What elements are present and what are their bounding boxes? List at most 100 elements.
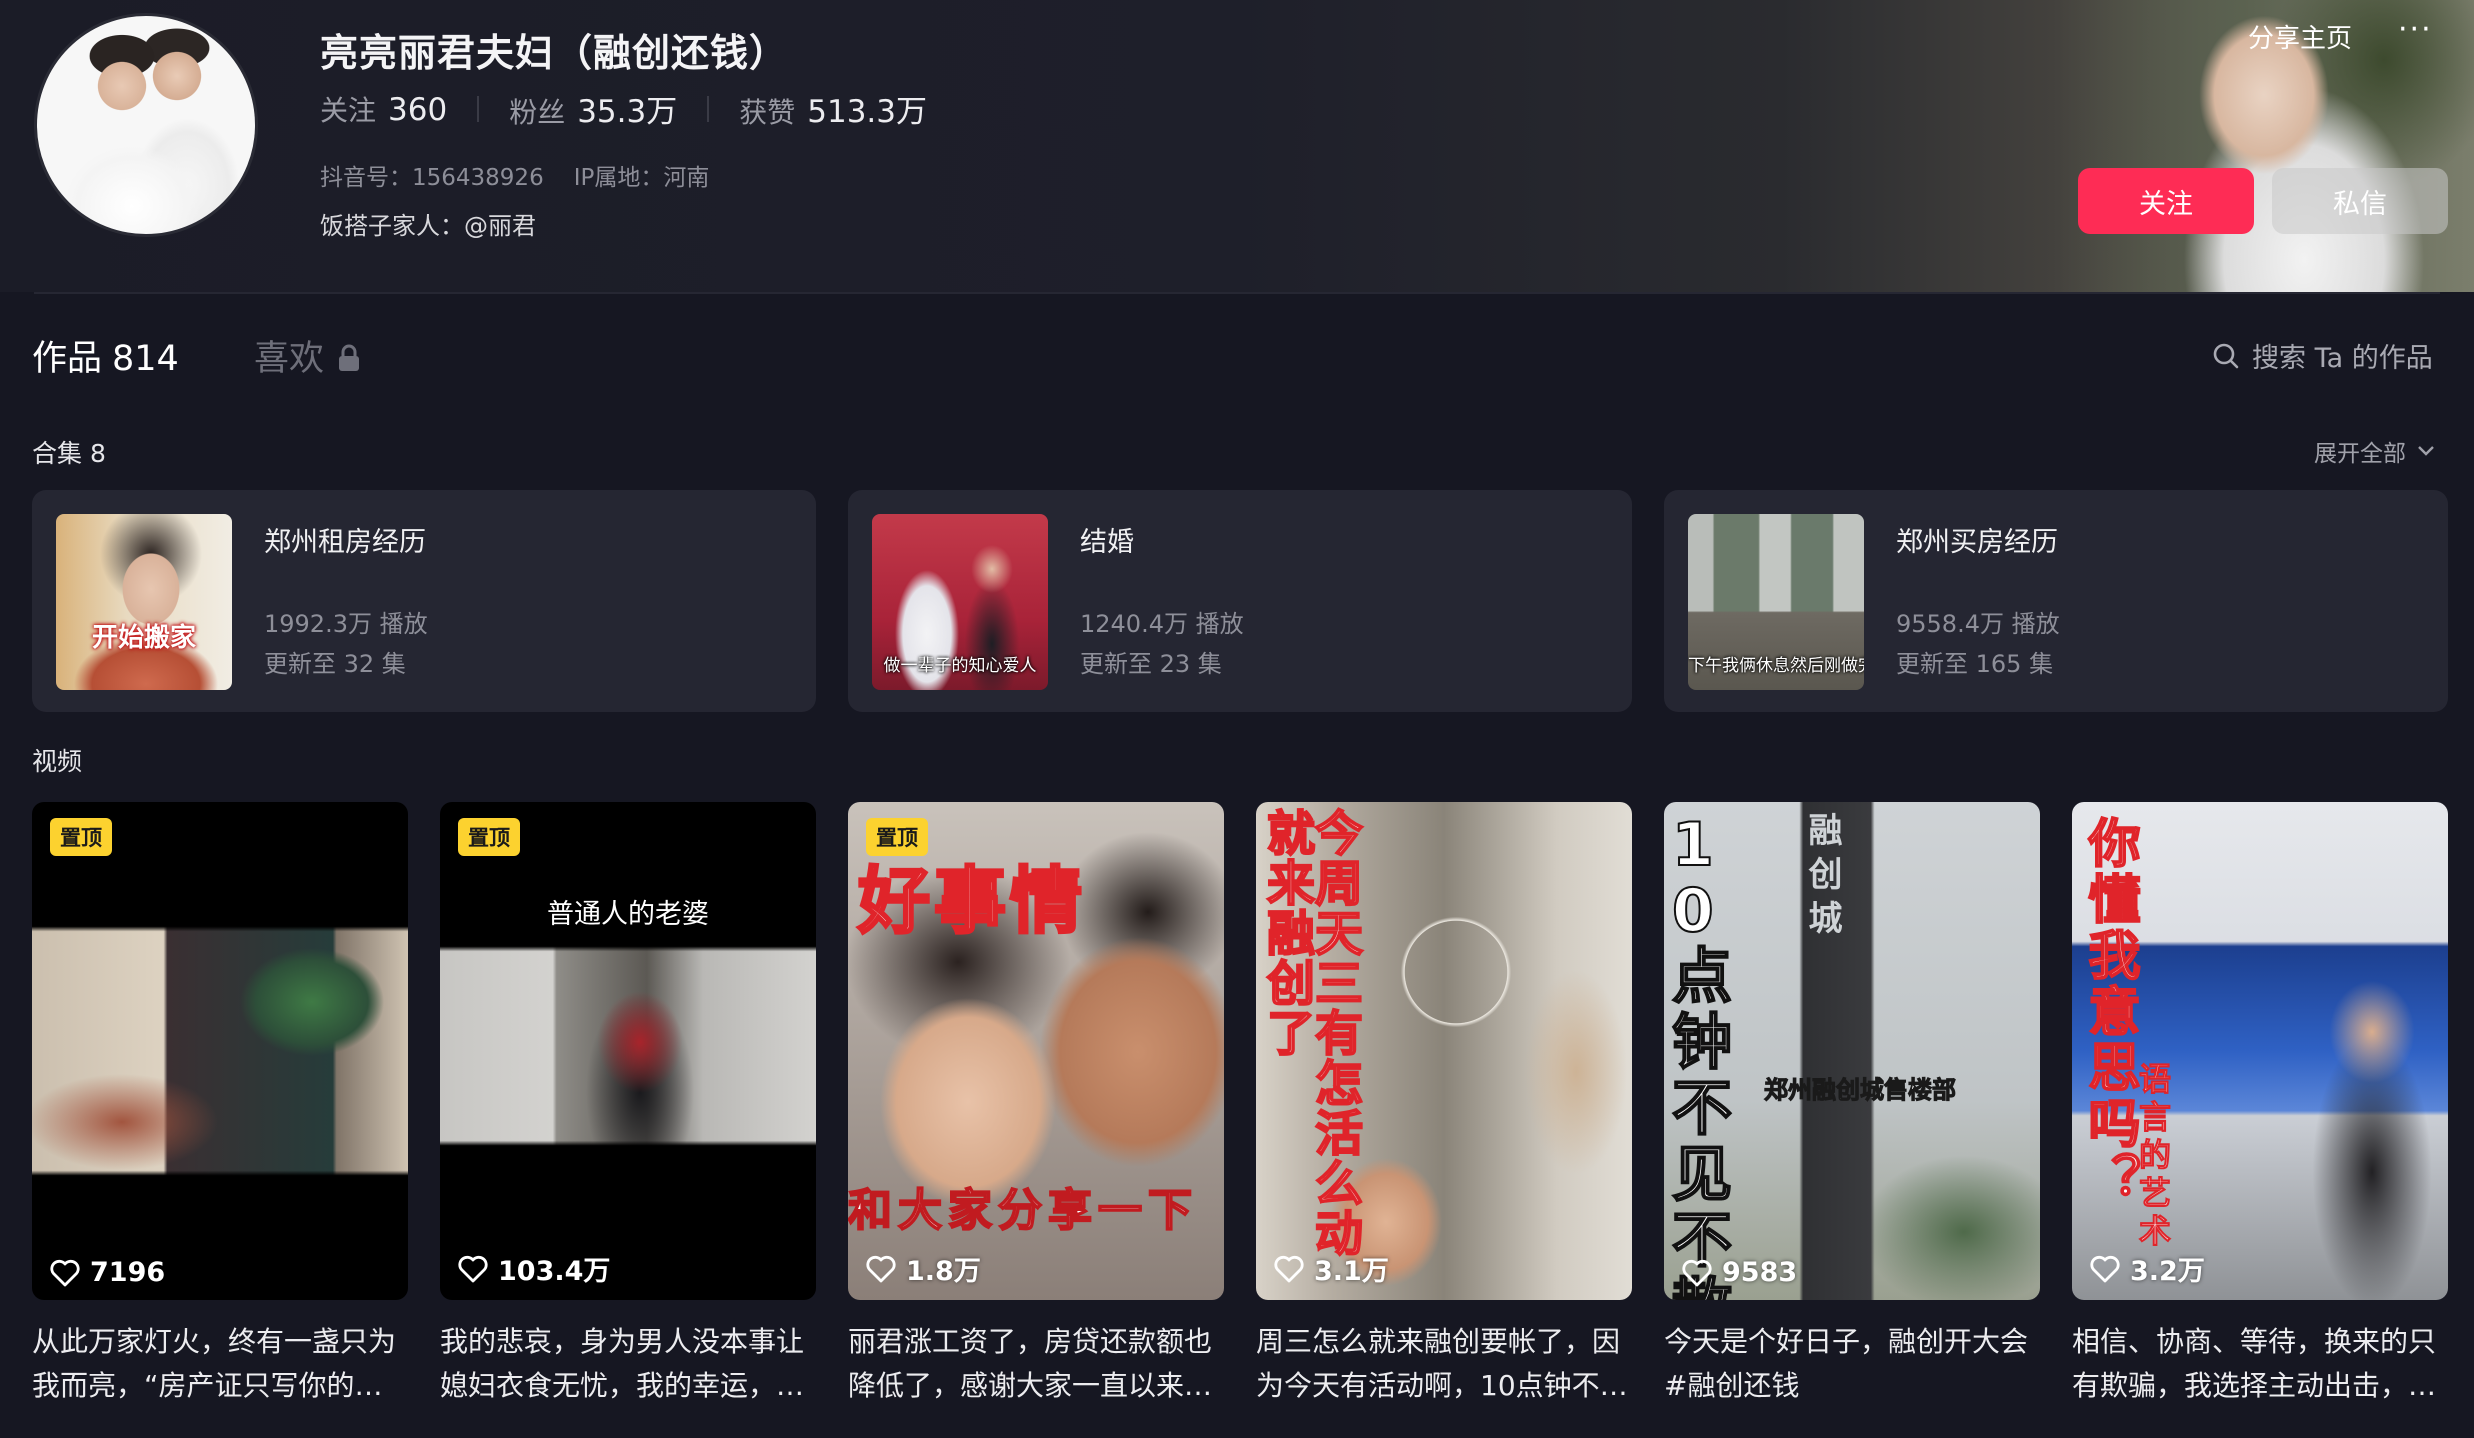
video-description[interactable]: 今天是个好日子，融创开大会 #融创还钱: [1664, 1320, 2040, 1408]
video-description-line: 有欺骗，我选择主动出击，…: [2072, 1369, 2437, 1402]
avatar[interactable]: [34, 13, 258, 237]
ip-location: IP属地：河南: [573, 165, 710, 191]
video-description-line: 相信、协商、等待，换来的只: [2072, 1325, 2437, 1358]
chevron-down-icon: [2418, 446, 2434, 456]
video-description-line: 丽君涨工资了，房贷还款额也: [848, 1325, 1213, 1358]
collection-card[interactable]: 下午我俩休息然后刚做完 郑州买房经历 9558.4万 播放 更新至 165 集: [1664, 490, 2448, 712]
share-profile-button[interactable]: 分享主页: [2248, 18, 2352, 55]
video-overlay-text: 普通人的老婆: [547, 899, 709, 930]
tab-works-label: 作品: [32, 339, 103, 379]
profile-bio: 饭搭子家人：@丽君: [320, 212, 536, 240]
stat-following[interactable]: 关注 360: [320, 89, 447, 129]
video-likes: 3.2万: [2090, 1249, 2205, 1288]
video-description-line: 今天是个好日子，融创开大会: [1664, 1325, 2029, 1358]
header-divider: [34, 292, 2440, 294]
heart-icon: [866, 1255, 896, 1282]
video-thumbnail[interactable]: 置顶 好事情 和大家分享一下 1.8万: [848, 802, 1224, 1300]
collection-updated: 更新至 32 集: [264, 650, 406, 678]
video-likes: 3.1万: [1274, 1249, 1389, 1288]
video-description[interactable]: 我的悲哀，身为男人没本事让 媳妇衣食无忧，我的幸运，…: [440, 1320, 816, 1408]
more-options-button[interactable]: ···: [2398, 12, 2433, 47]
video-card[interactable]: 置顶 7196 从此万家灯火，终有一盏只为 我而亮，“房产证只写你的…: [32, 802, 408, 1408]
collection-thumbnail: 开始搬家: [56, 514, 232, 690]
lock-icon: [339, 344, 360, 371]
video-likes-count: 3.2万: [2130, 1256, 2205, 1287]
video-thumbnail[interactable]: 置顶 普通人的老婆 103.4万: [440, 802, 816, 1300]
building-sign: 融创城: [1802, 812, 1842, 944]
collection-plays: 1240.4万 播放: [1080, 610, 1244, 638]
collection-updated: 更新至 23 集: [1080, 650, 1222, 678]
search-placeholder: 搜索 Ta 的作品: [2252, 343, 2433, 374]
douyin-id: 抖音号：156438926: [320, 165, 544, 191]
stat-value: 360: [388, 91, 448, 128]
collection-plays: 1992.3万 播放: [264, 610, 428, 638]
video-overlay-subtext: 和大家分享一下: [848, 1184, 1198, 1237]
follow-button[interactable]: 关注: [2078, 168, 2254, 234]
video-overlay-text: 好事情: [856, 858, 1087, 945]
tab-works[interactable]: 作品 814: [32, 330, 179, 381]
collection-name: 结婚: [1080, 527, 1134, 558]
profile-stats: 关注 360 粉丝 35.3万 获赞 513.3万: [320, 86, 927, 131]
thumbnail-caption: 下午我俩休息然后刚做完: [1688, 656, 1864, 676]
video-description-line: #融创还钱: [1664, 1369, 1800, 1402]
pinned-badge: 置顶: [50, 818, 112, 856]
profile-page: 亮亮丽君夫妇（融创还钱） 关注 360 粉丝 35.3万 获赞 513.3万 抖…: [0, 0, 2474, 1438]
tab-works-count: 814: [112, 339, 179, 379]
tab-likes[interactable]: 喜欢: [254, 330, 362, 381]
video-likes: 9583: [1682, 1257, 1797, 1288]
stat-divider: [707, 95, 710, 122]
profile-name: 亮亮丽君夫妇（融创还钱）: [320, 31, 789, 75]
stat-followers[interactable]: 粉丝 35.3万: [509, 86, 677, 131]
collection-name: 郑州租房经历: [264, 527, 426, 558]
collection-thumbnail: 做一辈子的知心爱人: [872, 514, 1048, 690]
profile-meta: 抖音号：156438926 IP属地：河南: [320, 158, 709, 192]
video-likes: 103.4万: [458, 1249, 610, 1288]
video-description-line: 从此万家灯火，终有一盏只为: [32, 1325, 397, 1358]
video-thumbnail[interactable]: 今周天三有怎活么动就来融创了 3.1万: [1256, 802, 1632, 1300]
video-likes-count: 9583: [1722, 1257, 1798, 1288]
video-thumbnail[interactable]: 融创城 10点钟不见不散 郑州融创城售楼部 9583: [1664, 802, 2040, 1300]
video-description[interactable]: 从此万家灯火，终有一盏只为 我而亮，“房产证只写你的…: [32, 1320, 408, 1408]
search-works[interactable]: 搜索 Ta 的作品: [2212, 336, 2433, 375]
video-card[interactable]: 你懂我意思吗？ 语言的艺术 3.2万 相信、协商、等待，换来的只 有欺骗，我选择…: [2072, 802, 2448, 1408]
video-description[interactable]: 丽君涨工资了，房贷还款额也 降低了，感谢大家一直以来…: [848, 1320, 1224, 1408]
video-card[interactable]: 置顶 好事情 和大家分享一下 1.8万 丽君涨工资了，房贷还款额也 降低了，感谢…: [848, 802, 1224, 1408]
stat-value: 35.3万: [577, 94, 678, 130]
search-icon: [2213, 343, 2239, 368]
heart-icon: [50, 1259, 80, 1286]
video-description-line: 为今天有活动啊，10点钟不…: [1256, 1369, 1628, 1402]
tab-likes-label: 喜欢: [254, 339, 325, 379]
heart-icon: [1682, 1259, 1712, 1286]
collection-card[interactable]: 开始搬家 郑州租房经历 1992.3万 播放 更新至 32 集: [32, 490, 816, 712]
stat-value: 513.3万: [807, 94, 927, 130]
video-thumbnail[interactable]: 你懂我意思吗？ 语言的艺术 3.2万: [2072, 802, 2448, 1300]
stat-label: 粉丝: [509, 96, 566, 129]
video-overlay-text: 10点钟不见不散: [1671, 810, 1733, 1300]
heart-icon: [458, 1255, 488, 1282]
video-card[interactable]: 今周天三有怎活么动就来融创了 3.1万 周三怎么就来融创要帐了，因 为今天有活动…: [1256, 802, 1632, 1408]
video-overlay-subtext: 语言的艺术: [2134, 1062, 2173, 1253]
collection-thumbnail: 下午我俩休息然后刚做完: [1688, 514, 1864, 690]
collections-title: 合集 8: [32, 439, 106, 468]
video-description[interactable]: 周三怎么就来融创要帐了，因 为今天有活动啊，10点钟不…: [1256, 1320, 1632, 1408]
video-card[interactable]: 融创城 10点钟不见不散 郑州融创城售楼部 9583 今天是个好日子，融创开大会…: [1664, 802, 2040, 1408]
video-card[interactable]: 置顶 普通人的老婆 103.4万 我的悲哀，身为男人没本事让 媳妇衣食无忧，我的…: [440, 802, 816, 1408]
video-description-line: 我而亮，“房产证只写你的…: [32, 1369, 383, 1402]
video-thumbnail[interactable]: 置顶 7196: [32, 802, 408, 1300]
collection-plays: 9558.4万 播放: [1896, 610, 2060, 638]
heart-icon: [1274, 1255, 1304, 1282]
video-overlay-text: 今周天三有怎活么动就来融创了: [1257, 807, 1363, 1259]
collection-updated: 更新至 165 集: [1896, 650, 2054, 678]
collection-card[interactable]: 做一辈子的知心爱人 结婚 1240.4万 播放 更新至 23 集: [848, 490, 1632, 712]
stat-divider: [477, 95, 480, 122]
expand-all-button[interactable]: 展开全部: [2314, 434, 2436, 468]
video-likes: 7196: [50, 1257, 165, 1288]
message-button[interactable]: 私信: [2272, 168, 2448, 234]
thumbnail-caption: 开始搬家: [91, 623, 196, 653]
video-description-line: 媳妇衣食无忧，我的幸运，…: [440, 1369, 805, 1402]
thumbnail-caption: 做一辈子的知心爱人: [883, 656, 1037, 676]
video-description-line: 降低了，感谢大家一直以来…: [848, 1369, 1213, 1402]
stat-label: 关注: [320, 93, 377, 127]
video-description[interactable]: 相信、协商、等待，换来的只 有欺骗，我选择主动出击，…: [2072, 1320, 2448, 1408]
stat-likes: 获赞 513.3万: [739, 86, 927, 131]
